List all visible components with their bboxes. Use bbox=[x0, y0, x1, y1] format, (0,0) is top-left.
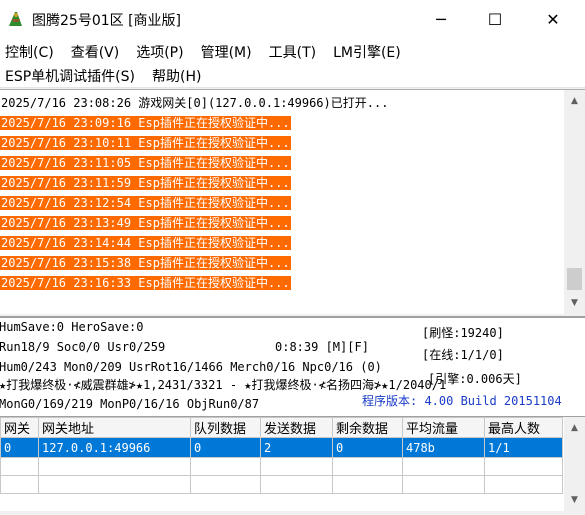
table-header-row: 网关 网关地址 队列数据 发送数据 剩余数据 平均流量 最高人数 bbox=[0, 417, 563, 438]
online-status: [在线:1/1/0] bbox=[422, 348, 504, 362]
column-header[interactable]: 队列数据 bbox=[190, 417, 261, 438]
column-header[interactable]: 发送数据 bbox=[260, 417, 333, 438]
run-status: Run18/9 Soc0/0 Usr0/259 bbox=[0, 340, 166, 354]
mon-status: MonG0/169/219 MonP0/16/16 ObjRun0/87 bbox=[0, 397, 260, 411]
menu-options[interactable]: 选项(P) bbox=[131, 42, 188, 62]
app-totem-icon bbox=[9, 12, 22, 26]
menu-row-1: 控制(C) 查看(V) 选项(P) 管理(M) 工具(T) LM引擎(E) bbox=[0, 40, 413, 64]
runtime-status: 0:8:39 [M][F] bbox=[275, 340, 369, 354]
gateway-table-panel: 网关 网关地址 队列数据 发送数据 剩余数据 平均流量 最高人数 0 127.0… bbox=[0, 416, 585, 512]
menu-bar: 控制(C) 查看(V) 选项(P) 管理(M) 工具(T) LM引擎(E) ES… bbox=[0, 38, 585, 88]
menu-control[interactable]: 控制(C) bbox=[0, 42, 59, 62]
log-line: 2025/7/16 23:11:05 Esp插件正在授权验证中... bbox=[0, 156, 291, 170]
table-row-empty bbox=[0, 457, 563, 476]
column-header[interactable]: 网关 bbox=[0, 417, 39, 438]
menu-lm-engine[interactable]: LM引擎(E) bbox=[328, 42, 406, 62]
title-bar: 图腾25号01区 [商业版] ─ ☐ ✕ bbox=[0, 0, 585, 38]
log-scrollbar[interactable]: ▲ ▼ bbox=[564, 90, 585, 314]
log-line: 2025/7/16 23:08:26 游戏网关[0](127.0.0.1:499… bbox=[1, 96, 389, 110]
menu-row-2: ESP单机调试插件(S) 帮助(H) bbox=[0, 64, 213, 88]
log-line: 2025/7/16 23:14:44 Esp插件正在授权验证中... bbox=[0, 236, 291, 250]
table-cell: 0 bbox=[190, 437, 261, 458]
column-header[interactable]: 最高人数 bbox=[484, 417, 563, 438]
column-header[interactable]: 网关地址 bbox=[38, 417, 191, 438]
column-header[interactable]: 剩余数据 bbox=[332, 417, 403, 438]
version-label: 程序版本: 4.00 Build 20151104 bbox=[362, 394, 562, 408]
table-scrollbar[interactable]: ▲ ▼ bbox=[564, 417, 585, 512]
gateway-table: 网关 网关地址 队列数据 发送数据 剩余数据 平均流量 最高人数 0 127.0… bbox=[0, 417, 563, 494]
scroll-up-icon[interactable]: ▲ bbox=[564, 92, 585, 110]
table-cell: 127.0.0.1:49966 bbox=[38, 437, 191, 458]
maximize-button[interactable]: ☐ bbox=[472, 0, 518, 38]
log-line: 2025/7/16 23:09:16 Esp插件正在授权验证中... bbox=[0, 116, 291, 130]
refresh-monster-status: [刷怪:19240] bbox=[422, 326, 504, 340]
log-line: 2025/7/16 23:11:59 Esp插件正在授权验证中... bbox=[0, 176, 291, 190]
log-line: 2025/7/16 23:16:33 Esp插件正在授权验证中... bbox=[0, 276, 291, 290]
table-cell: 2 bbox=[260, 437, 333, 458]
table-cell: 1/1 bbox=[484, 437, 563, 458]
log-scroll-thumb[interactable] bbox=[567, 268, 582, 290]
menu-view[interactable]: 查看(V) bbox=[66, 42, 125, 62]
log-line: 2025/7/16 23:15:38 Esp插件正在授权验证中... bbox=[0, 256, 291, 270]
status-panel: HumSave:0 HeroSave:0 Run18/9 Soc0/0 Usr0… bbox=[0, 316, 585, 416]
scroll-down-icon[interactable]: ▼ bbox=[564, 294, 585, 312]
window-title: 图腾25号01区 [商业版] bbox=[32, 13, 182, 29]
hum-status: Hum0/243 Mon0/209 UsrRot16/1466 Merch0/1… bbox=[0, 360, 382, 374]
column-header[interactable]: 平均流量 bbox=[402, 417, 485, 438]
minimize-button[interactable]: ─ bbox=[418, 0, 464, 38]
close-button[interactable]: ✕ bbox=[530, 0, 576, 38]
table-cell: 0 bbox=[0, 437, 39, 458]
log-line: 2025/7/16 23:12:54 Esp插件正在授权验证中... bbox=[0, 196, 291, 210]
log-panel[interactable]: 2025/7/16 23:08:26 游戏网关[0](127.0.0.1:499… bbox=[0, 89, 585, 314]
broadcast-status: ★打我爆终极·≮威震群雄≯★1,2431/3321 - ★打我爆终极·≮名扬四海… bbox=[0, 378, 447, 392]
log-lines: 2025/7/16 23:08:26 游戏网关[0](127.0.0.1:499… bbox=[0, 93, 563, 293]
scroll-down-icon[interactable]: ▼ bbox=[564, 491, 585, 509]
table-row[interactable]: 0 127.0.0.1:49966 0 2 0 478b 1/1 bbox=[0, 437, 563, 458]
menu-tools[interactable]: 工具(T) bbox=[264, 42, 321, 62]
log-line: 2025/7/16 23:10:11 Esp插件正在授权验证中... bbox=[0, 136, 291, 150]
menu-help[interactable]: 帮助(H) bbox=[147, 66, 206, 86]
menu-esp-plugin[interactable]: ESP单机调试插件(S) bbox=[0, 66, 140, 86]
scroll-up-icon[interactable]: ▲ bbox=[564, 419, 585, 437]
table-cell: 0 bbox=[332, 437, 403, 458]
menu-manage[interactable]: 管理(M) bbox=[196, 42, 257, 62]
table-cell: 478b bbox=[402, 437, 485, 458]
table-row-empty bbox=[0, 475, 563, 494]
log-line: 2025/7/16 23:13:49 Esp插件正在授权验证中... bbox=[0, 216, 291, 230]
save-status: HumSave:0 HeroSave:0 bbox=[0, 320, 144, 334]
